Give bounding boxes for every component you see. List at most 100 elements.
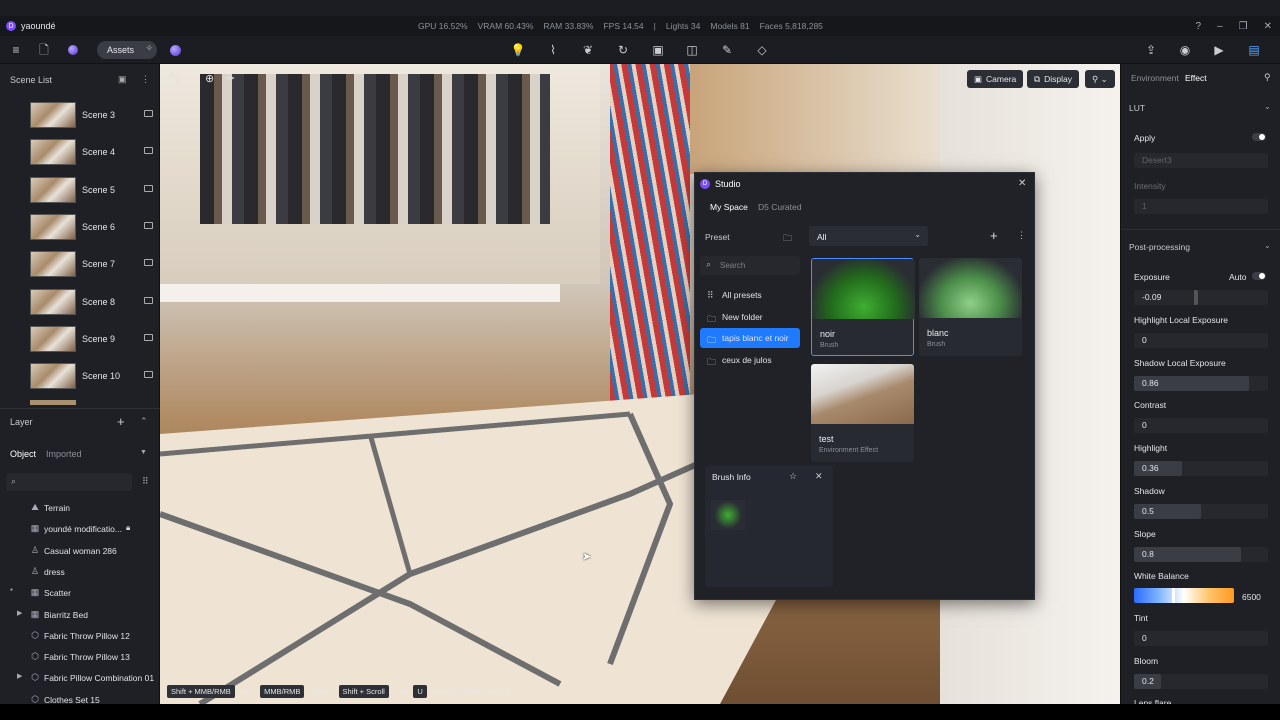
rotate-icon[interactable]: ↻ [615, 42, 631, 58]
layer-item[interactable]: ▶ ▦ Biarritz Bed [0, 605, 160, 625]
close-studio-icon[interactable]: ✕ [1018, 178, 1026, 189]
close-window-icon[interactable]: ✕ [1264, 21, 1272, 32]
pin-icon[interactable]: ⚲ [1264, 72, 1271, 83]
scene-item[interactable]: Scene 10 [30, 363, 155, 390]
param-slider[interactable]: 0.5 [1134, 503, 1268, 519]
more-icon[interactable]: ⋮ [141, 74, 150, 85]
white-balance-slider[interactable] [1134, 588, 1234, 603]
file-icon[interactable]: 🗋 [36, 42, 52, 58]
leaf-icon[interactable]: ❦ [580, 42, 596, 58]
preset-card-test[interactable]: test Environment Effect [811, 364, 914, 462]
layer-item[interactable]: ⬡ Fabric Throw Pillow 13 [0, 647, 160, 667]
camera-icon[interactable] [144, 259, 153, 267]
exposure-slider[interactable]: -0.09 [1134, 290, 1268, 305]
lut-select[interactable]: Desert3 [1134, 153, 1268, 168]
scene-item[interactable]: Scene 8 [30, 288, 155, 315]
scene-item[interactable]: Scene 4 [30, 139, 155, 166]
camera-icon[interactable] [144, 184, 153, 192]
eyedropper-icon[interactable]: ✒ [226, 72, 235, 85]
grid-icon[interactable]: ⠿ [142, 476, 149, 487]
sphere-icon[interactable] [170, 45, 181, 56]
add-layer-icon[interactable]: + [117, 414, 125, 429]
folder-item[interactable]: 🗀 tapis blanc et noir [700, 328, 800, 348]
tab-imported[interactable]: Imported [46, 449, 82, 459]
slider-handle[interactable] [1172, 588, 1175, 603]
layer-item[interactable]: ▶ ⬡ Fabric Pillow Combination 01 [0, 668, 160, 688]
tab-d5-curated[interactable]: D5 Curated [758, 202, 801, 212]
tab-effect[interactable]: Effect [1185, 73, 1207, 83]
filter-select[interactable]: All ⌄ [809, 226, 928, 246]
scene-item[interactable]: Scene 9 [30, 325, 155, 352]
tint-slider[interactable]: 0 [1134, 631, 1268, 646]
layer-item[interactable]: ♙ dress [0, 562, 160, 582]
folder-item[interactable]: 🗀 ceux de julos [700, 350, 800, 370]
tab-environment[interactable]: Environment [1131, 73, 1179, 83]
camera-button[interactable]: ▣ Camera [967, 70, 1024, 88]
light-icon[interactable]: 💡 [510, 42, 526, 58]
scene-item[interactable]: Scene 3 [30, 102, 155, 128]
lock-icon[interactable]: 🔒︎ [126, 523, 130, 533]
param-slider[interactable]: 0.36 [1134, 461, 1268, 477]
close-brush-info-icon[interactable]: ✕ [815, 471, 823, 482]
brush-icon[interactable]: ✎ [719, 42, 735, 58]
ai-icon[interactable] [68, 45, 78, 55]
param-slider[interactable]: 0.8 [1134, 546, 1268, 562]
globe-icon[interactable]: ⊕ [205, 72, 214, 85]
bloom-slider[interactable]: 0.2 [1134, 674, 1268, 689]
assets-button[interactable]: Assets ✧ [97, 41, 157, 59]
add-scene-icon[interactable]: ▣ [118, 74, 127, 85]
favorite-icon[interactable]: ☆ [789, 471, 797, 482]
add-preset-icon[interactable]: + [990, 228, 998, 243]
camera-icon[interactable] [144, 221, 153, 229]
camera-capture-icon[interactable]: ◉ [1177, 42, 1193, 58]
layer-item[interactable]: ⛰ Terrain [0, 498, 160, 518]
path-icon[interactable]: ⌇ [545, 42, 561, 58]
help-icon[interactable]: ? [1196, 21, 1202, 32]
expand-arrow-icon[interactable]: ▶ [17, 672, 22, 680]
new-folder-icon[interactable]: 🗀 [783, 231, 792, 247]
expand-arrow-icon[interactable]: ▶ [17, 609, 22, 617]
collapse-icon[interactable]: ⌃ [140, 416, 148, 427]
minimize-icon[interactable]: – [1217, 21, 1223, 32]
camera-icon[interactable] [144, 296, 153, 304]
camera-icon[interactable] [144, 371, 153, 379]
more-options-icon[interactable]: ⋮ [1017, 230, 1026, 241]
scene-item[interactable]: Scene 7 [30, 251, 155, 278]
scene-item[interactable]: Scene 6 [30, 213, 155, 240]
auto-exposure-toggle[interactable] [1252, 272, 1266, 280]
preset-card-blanc[interactable]: blanc Brush [919, 258, 1022, 356]
maximize-icon[interactable]: ❐ [1239, 21, 1248, 32]
display-button[interactable]: ⧉ Display [1027, 70, 1079, 88]
menu-icon[interactable]: ≡ [8, 42, 24, 58]
param-slider[interactable]: 0 [1134, 418, 1268, 434]
layer-item[interactable]: ⬡ Fabric Throw Pillow 12 [0, 626, 160, 646]
studio-search-input[interactable]: ⌕ Search [700, 256, 800, 275]
folder-item[interactable]: 🗀 New folder [700, 307, 800, 327]
folder-item[interactable]: ⠿ All presets [700, 285, 800, 305]
apply-toggle[interactable] [1252, 133, 1266, 141]
chevron-down-icon[interactable]: ⌄ [1264, 102, 1271, 111]
box-icon[interactable]: ▣ [650, 42, 666, 58]
camera-icon[interactable] [144, 110, 153, 117]
render-icon[interactable]: ▤ [1246, 42, 1262, 58]
layers-icon[interactable]: ◇ [754, 42, 770, 58]
chevron-down-icon[interactable]: ⌄ [1264, 241, 1271, 250]
layer-item[interactable]: ▦ youndé modificatio... 🔒︎ [0, 519, 160, 539]
param-slider[interactable]: 0 [1134, 333, 1268, 348]
share-icon[interactable]: ⇪ [1143, 42, 1159, 58]
preset-card-noir[interactable]: noir Brush [811, 258, 915, 356]
intensity-field[interactable]: 1 [1134, 199, 1268, 214]
scene-item[interactable]: Scene 5 [30, 176, 155, 203]
layer-item[interactable]: ● ▦ Scatter [0, 583, 160, 603]
measure-icon[interactable]: ◫ [684, 42, 700, 58]
transform-icon[interactable]: ⤡ [170, 72, 179, 85]
tab-my-space[interactable]: My Space [710, 202, 748, 212]
camera-icon[interactable] [144, 333, 153, 341]
filter-icon[interactable]: ▼ [140, 449, 147, 456]
video-icon[interactable]: ▶ [1211, 42, 1227, 58]
param-slider[interactable]: 0.86 [1134, 375, 1268, 391]
layer-item[interactable]: ♙ Casual woman 286 [0, 541, 160, 561]
camera-icon[interactable] [144, 147, 153, 155]
view-options-button[interactable]: ⚲ ⌄ [1085, 70, 1115, 88]
layer-search-input[interactable]: ⌕ [6, 473, 132, 491]
